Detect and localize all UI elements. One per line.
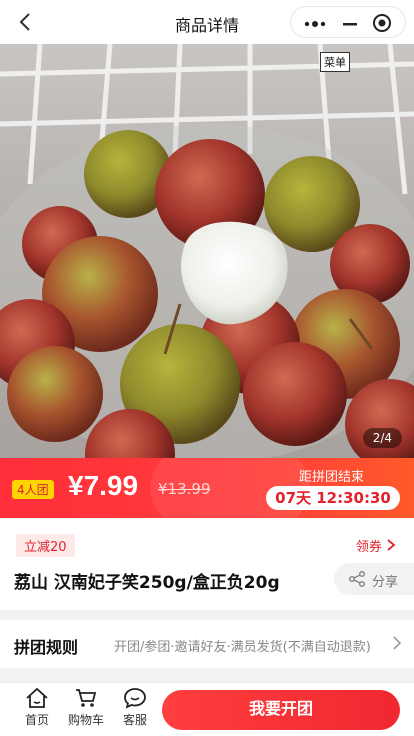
start-group-button[interactable]: 我要开团: [162, 690, 400, 730]
rules-description: 开团/参团·邀请好友·满员发货(不满自动退款): [114, 640, 371, 655]
mini-program-capsule: [290, 6, 406, 38]
tab-home-label: 首页: [24, 713, 49, 727]
tab-service[interactable]: 客服: [113, 687, 157, 728]
target-circle-icon[interactable]: [371, 12, 393, 34]
countdown-timer: 07天 12:30:30: [266, 486, 400, 510]
image-page-indicator: 2/4: [362, 428, 402, 448]
rules-title: 拼团规则: [14, 638, 79, 657]
group-size-badge: 4人团: [12, 480, 54, 499]
share-label: 分享: [372, 575, 399, 590]
chevron-right-icon: [387, 539, 396, 551]
product-image-gallery[interactable]: 菜单 2/4: [0, 44, 414, 458]
cart-icon: [76, 689, 97, 707]
tab-cart[interactable]: 购物车: [64, 687, 108, 728]
chat-icon: [124, 688, 146, 709]
group-price: ¥7.99: [68, 470, 139, 501]
product-title: 荔山 汉南妃子笑250g/盒正负20g: [14, 573, 280, 593]
menu-tag[interactable]: 菜单: [320, 52, 350, 72]
tab-cart-label: 购物车: [67, 713, 104, 727]
group-rules-row[interactable]: 拼团规则 开团/参团·邀请好友·满员发货(不满自动退款): [0, 620, 414, 668]
tab-home[interactable]: 首页: [15, 687, 59, 728]
coupon-link-label: 领券: [355, 540, 382, 555]
lychee-photo: [0, 44, 414, 458]
countdown-label: 距拼团结束: [298, 470, 364, 485]
share-button[interactable]: 分享: [334, 563, 414, 595]
product-info: 立减20 领券 荔山 汉南妃子笑250g/盒正负20g 分享: [0, 518, 414, 610]
nav-bar: 商品详情: [0, 0, 414, 44]
discount-tag: 立减20: [16, 534, 75, 557]
minimize-icon[interactable]: [341, 16, 359, 30]
price-banner: 4人团 ¥7.99 ¥13.99 距拼团结束 07天 12:30:30: [0, 458, 414, 518]
original-price: ¥13.99: [158, 480, 211, 498]
bottom-action-bar: 首页 购物车 客服 我要开团: [0, 682, 414, 736]
more-dots-icon[interactable]: [303, 16, 327, 30]
chevron-right-icon: [393, 636, 402, 650]
share-icon: [348, 571, 366, 587]
home-icon: [26, 687, 48, 708]
coupon-link[interactable]: 领券: [356, 536, 396, 555]
tab-service-label: 客服: [122, 713, 147, 727]
